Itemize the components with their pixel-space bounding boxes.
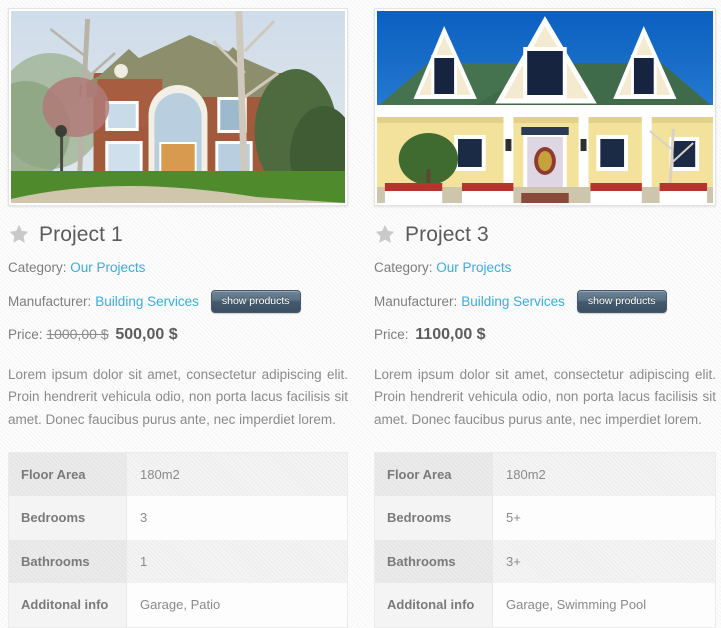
project-photo-3 — [377, 11, 713, 203]
manufacturer-line: Manufacturer: Building Services show pro… — [374, 289, 716, 314]
manufacturer-link[interactable]: Building Services — [95, 294, 199, 309]
category-link[interactable]: Our Projects — [436, 260, 511, 275]
table-row: Additonal info Garage, Swimming Pool — [374, 583, 716, 628]
page-title: Project 3 — [405, 222, 489, 246]
spec-value: Garage, Swimming Pool — [506, 597, 647, 613]
spec-value: 180m2 — [140, 466, 180, 482]
project-card-3: Project 3 Category: Our Projects Manufac… — [360, 0, 720, 628]
spec-label: Additonal info — [374, 583, 493, 628]
category-label: Category: — [374, 260, 433, 275]
show-products-button[interactable]: show products — [576, 289, 667, 314]
price-line: Price: 1100,00 $ — [374, 326, 716, 344]
show-products-button[interactable]: show products — [210, 289, 301, 314]
project-description: Lorem ipsum dolor sit amet, consectetur … — [8, 367, 348, 427]
spec-label: Bathrooms — [374, 539, 493, 584]
project-title-row: Project 1 — [8, 223, 348, 245]
table-row: Floor Area 180m2 — [8, 452, 348, 497]
manufacturer-link[interactable]: Building Services — [461, 294, 565, 309]
spec-table: Floor Area 180m2 Bedrooms 3 Bathrooms 1 … — [8, 451, 348, 628]
spec-label: Floor Area — [8, 452, 127, 497]
star-icon[interactable] — [374, 223, 396, 245]
table-row: Floor Area 180m2 — [374, 452, 716, 497]
project-photo-1 — [11, 11, 345, 203]
project-photo-frame[interactable] — [8, 8, 348, 206]
category-line: Category: Our Projects — [374, 259, 716, 277]
price-new: 500,00 $ — [115, 326, 178, 344]
table-row: Bathrooms 1 — [8, 539, 348, 584]
manufacturer-line: Manufacturer: Building Services show pro… — [8, 289, 348, 314]
table-row: Bathrooms 3+ — [374, 539, 716, 584]
price-line: Price: 1000,00 $ 500,00 $ — [8, 326, 348, 344]
manufacturer-label: Manufacturer: — [374, 293, 458, 309]
spec-label: Bathrooms — [8, 539, 127, 584]
spec-value: 1 — [140, 553, 148, 569]
manufacturer-label: Manufacturer: — [8, 293, 92, 309]
table-row: Bedrooms 3 — [8, 496, 348, 540]
star-icon[interactable] — [8, 223, 30, 245]
spec-label: Bedrooms — [374, 496, 493, 540]
category-link[interactable]: Our Projects — [70, 260, 145, 275]
price-old: 1000,00 $ — [46, 326, 109, 343]
table-row: Additonal info Garage, Patio — [8, 583, 348, 628]
price-label: Price: — [374, 327, 409, 343]
spec-value: 3 — [140, 510, 148, 526]
spec-label: Floor Area — [374, 452, 493, 497]
spec-value: 3+ — [506, 553, 521, 569]
category-line: Category: Our Projects — [8, 259, 348, 277]
price-label: Price: — [8, 327, 43, 343]
spec-value: 180m2 — [506, 466, 546, 482]
project-photo-frame[interactable] — [374, 8, 716, 206]
spec-value: Garage, Patio — [140, 597, 221, 613]
project-title-row: Project 3 — [374, 223, 716, 245]
project-description: Lorem ipsum dolor sit amet, consectetur … — [374, 367, 716, 427]
table-row: Bedrooms 5+ — [374, 496, 716, 540]
page-title: Project 1 — [39, 222, 123, 246]
price-new: 1100,00 $ — [415, 326, 486, 344]
spec-label: Bedrooms — [8, 496, 127, 540]
category-label: Category: — [8, 260, 67, 275]
spec-value: 5+ — [506, 510, 521, 526]
project-card-1: Project 1 Category: Our Projects Manufac… — [0, 0, 360, 628]
spec-table: Floor Area 180m2 Bedrooms 5+ Bathrooms 3… — [374, 451, 716, 628]
spec-label: Additonal info — [8, 583, 127, 628]
project-listing: Project 1 Category: Our Projects Manufac… — [0, 0, 721, 628]
